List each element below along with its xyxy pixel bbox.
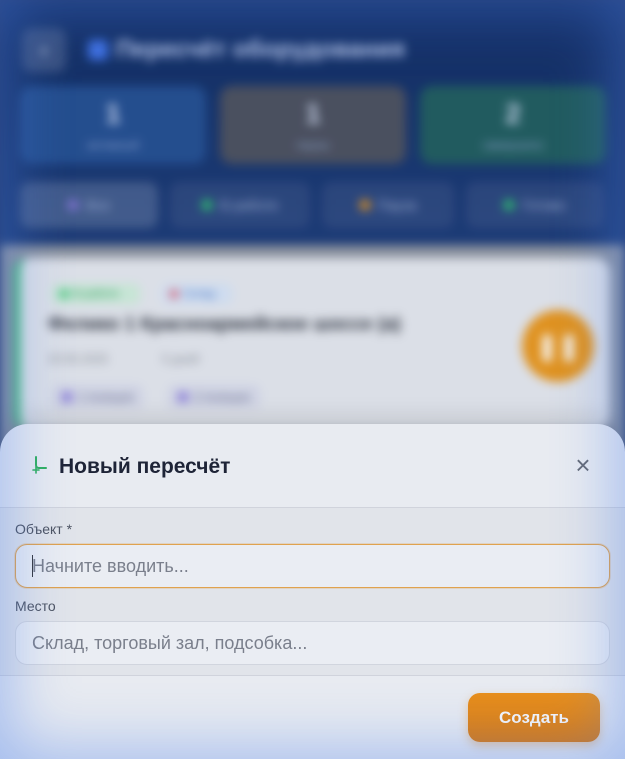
status-dot-icon [60,290,68,298]
filter-label: Готово [522,197,566,213]
place-label: Место [15,598,56,614]
stat-value: 2 [505,98,521,129]
arrow-left-icon: ‹ [22,28,66,72]
status-badge: В работе [52,284,140,304]
filter-dot-icon [359,200,370,210]
stat-value: 1 [105,98,121,129]
stat-label: активный [86,138,140,152]
sheet-header: Новый пересчёт × [0,424,625,508]
chip-label: 1 позиция [78,390,134,404]
card-chip: 1 позиция [52,385,144,409]
filter-in-progress: В работе [170,182,310,228]
filter-dot-icon [504,200,515,210]
background-title: Пересчёт оборудования [116,36,405,63]
filter-label: Все [85,197,111,213]
filter-dot-icon [201,200,212,210]
type-badge-label: Склад [183,288,215,300]
stat-paused: 1 паузы [220,86,406,164]
filter-done: Готово [466,182,604,228]
equipment-icon [88,40,108,60]
filter-paused: Пауза [322,182,454,228]
chip-dot-icon [178,392,188,402]
card-chip: 2 позиции [168,385,260,409]
card-duration: 5 дней [162,352,200,366]
filter-label: Пауза [377,197,417,213]
filter-dot-icon [67,200,78,210]
new-recount-sheet: Новый пересчёт × Объект * Место Создать [0,424,625,759]
place-input[interactable] [15,621,610,665]
status-badge-label: В работе [73,288,119,300]
close-icon[interactable]: × [570,452,596,478]
chip-dot-icon [62,392,72,402]
pause-icon: ❚❚ [522,310,594,382]
stat-done: 2 завершено [420,86,606,164]
card-title: Фелико 1 Красноармейское шоссе (а) [48,314,401,335]
object-input[interactable] [15,544,610,588]
type-badge: Склад [162,284,232,304]
sheet-title: Новый пересчёт [59,455,231,478]
chip-label: 2 позиции [194,390,250,404]
stat-active: 1 активный [20,86,206,164]
filter-all: Все [20,182,158,228]
sparkle-icon [32,456,47,474]
create-button[interactable]: Создать [468,693,600,742]
object-label: Объект * [15,521,73,537]
type-dot-icon [170,290,178,298]
text-caret [32,555,33,577]
stat-value: 1 [305,98,321,129]
form-fields: Объект * Место [0,508,625,676]
stat-label: завершено [482,138,544,152]
card-date: 20.05.2025 [48,352,109,366]
filter-label: В работе [219,197,279,213]
stat-label: паузы [296,138,330,152]
